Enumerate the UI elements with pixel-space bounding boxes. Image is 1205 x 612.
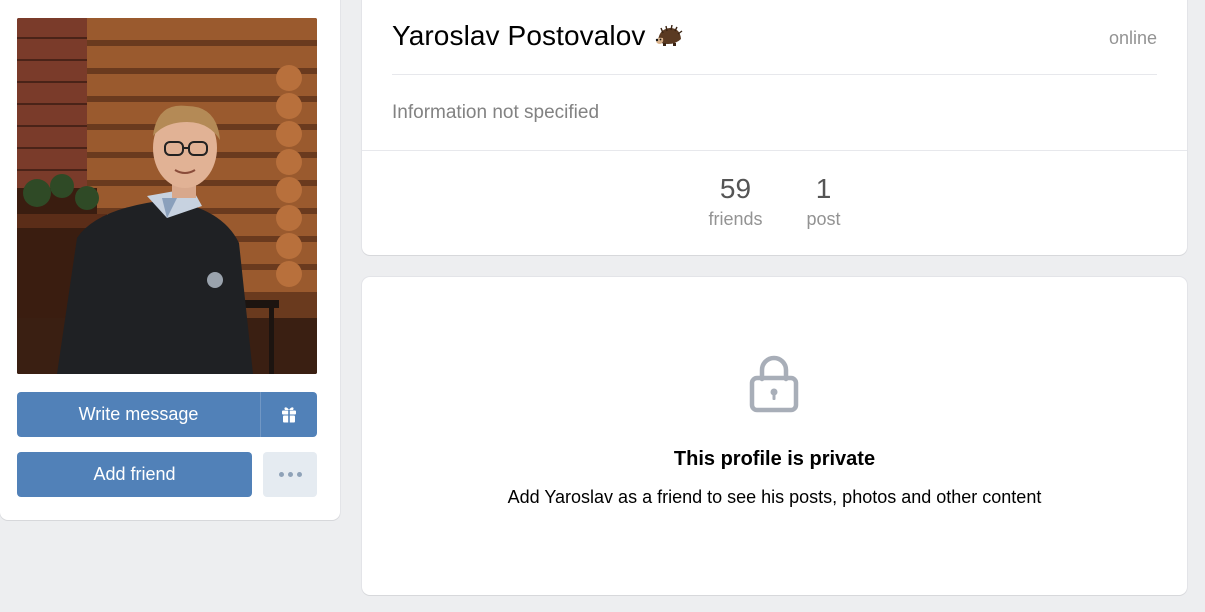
private-subtitle: Add Yaroslav as a friend to see his post… xyxy=(507,487,1042,507)
profile-info-text: Information not specified xyxy=(392,102,600,123)
lock-icon xyxy=(749,355,799,413)
write-message-button[interactable]: Write message xyxy=(17,392,260,437)
private-title: This profile is private xyxy=(673,448,876,470)
send-gift-button[interactable] xyxy=(260,392,317,437)
posts-counter[interactable]: 1 post xyxy=(807,173,841,230)
profile-name-row: Yaroslav Postovalov xyxy=(392,20,684,52)
more-dots-icon xyxy=(296,472,302,477)
counters-divider xyxy=(362,150,1187,151)
write-message-label: Write message xyxy=(78,404,199,424)
profile-name: Yaroslav Postovalov xyxy=(392,20,646,51)
profile-header-card: Yaroslav Postovalov online Information n… xyxy=(362,0,1187,255)
posts-count: 1 xyxy=(815,173,832,204)
posts-label: post xyxy=(806,209,841,229)
friends-count: 59 xyxy=(719,173,752,204)
gift-icon xyxy=(282,406,296,422)
online-status: online xyxy=(1108,28,1157,48)
more-dots-icon xyxy=(287,472,293,477)
header-divider xyxy=(392,74,1157,75)
friends-counter[interactable]: 59 friends xyxy=(708,173,762,230)
add-friend-label: Add friend xyxy=(93,464,176,484)
profile-photo-image xyxy=(17,18,317,374)
profile-photo[interactable] xyxy=(17,18,317,374)
friends-label: friends xyxy=(708,209,763,229)
add-friend-button[interactable]: Add friend xyxy=(17,452,252,497)
profile-counters: 59 friends 1 post xyxy=(362,173,1187,230)
private-profile-card: This profile is private Add Yaroslav as … xyxy=(362,277,1187,595)
profile-page: Write message Add friend Yaroslav Postov… xyxy=(0,0,1205,612)
profile-sidebar-card: Write message Add friend xyxy=(0,0,340,520)
hedgehog-icon xyxy=(655,25,682,46)
more-actions-button[interactable] xyxy=(263,452,317,497)
more-dots-icon xyxy=(278,472,284,477)
